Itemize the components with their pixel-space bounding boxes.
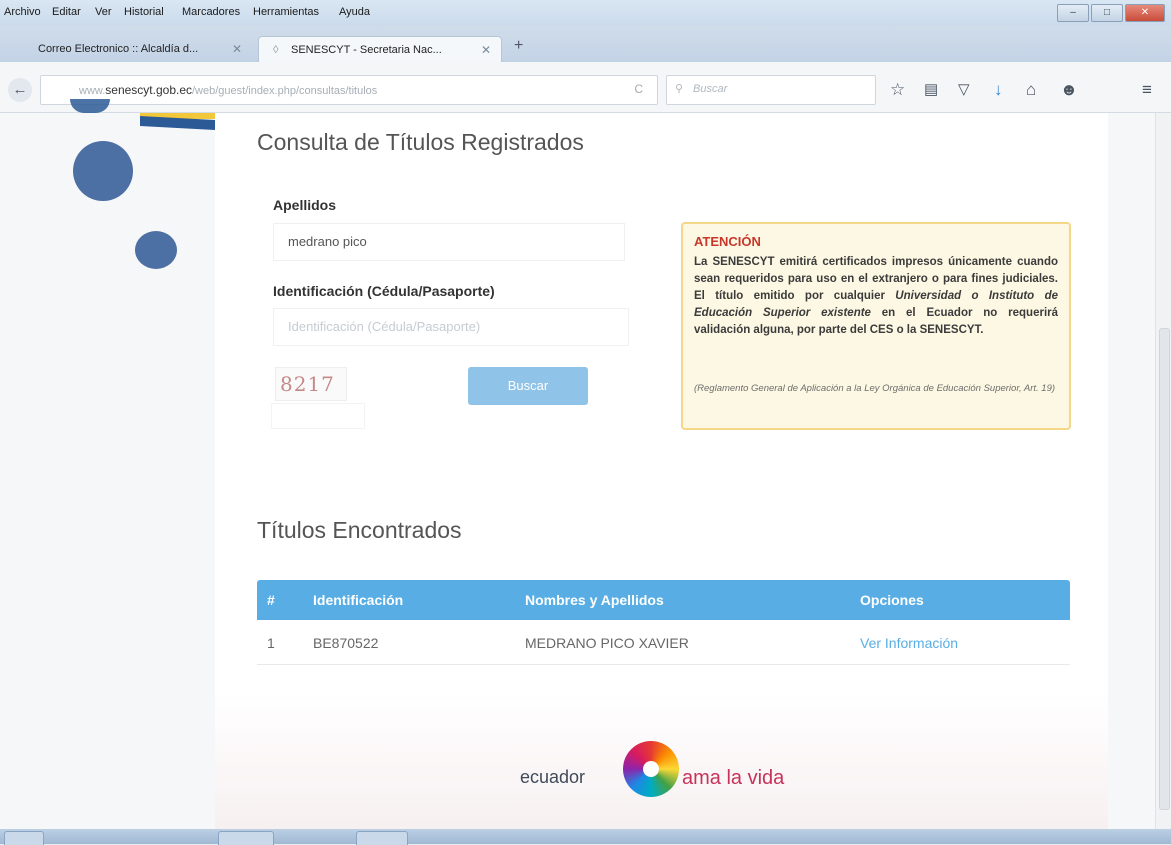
decorative-circle bbox=[135, 231, 177, 269]
captcha-input[interactable] bbox=[271, 403, 365, 429]
tab-senescyt[interactable]: ◊ SENESCYT - Secretaria Nac... ✕ bbox=[258, 36, 502, 63]
captcha-text: 8217 bbox=[280, 372, 335, 396]
table-row: 1 BE870522 MEDRANO PICO XAVIER Ver Infor… bbox=[257, 620, 1070, 665]
results-table-header: # Identificación Nombres y Apellidos Opc… bbox=[257, 580, 1070, 620]
footer-logo-text-left: ecuador bbox=[520, 767, 586, 787]
scrollbar-thumb[interactable] bbox=[1159, 328, 1170, 810]
results-title: Títulos Encontrados bbox=[257, 517, 462, 543]
search-placeholder: Buscar bbox=[693, 83, 728, 95]
identification-placeholder: Identificación (Cédula/Pasaporte) bbox=[288, 319, 481, 334]
search-button[interactable]: Buscar bbox=[468, 367, 588, 405]
surname-value: medrano pico bbox=[288, 234, 367, 249]
menu-historial[interactable]: Historial bbox=[124, 6, 164, 18]
surname-label: Apellidos bbox=[273, 197, 337, 213]
alert-reference: (Reglamento General de Aplicación a la L… bbox=[694, 383, 1056, 394]
maximize-icon[interactable]: □ bbox=[1091, 4, 1123, 22]
taskbar-start-icon[interactable] bbox=[4, 831, 44, 845]
column-header-number: # bbox=[267, 592, 275, 608]
tab-strip: Correo Electronico :: Alcaldía d... ✕ ◊ … bbox=[0, 26, 1171, 63]
back-arrow-icon[interactable]: ← bbox=[8, 78, 32, 102]
cell-identification: BE870522 bbox=[313, 635, 379, 651]
close-window-icon[interactable]: ✕ bbox=[1125, 4, 1165, 22]
page-viewport: Consulta de Títulos Registrados Apellido… bbox=[0, 99, 1155, 829]
reading-list-icon[interactable]: ▤ bbox=[924, 80, 938, 98]
menu-marcadores[interactable]: Marcadores bbox=[182, 6, 240, 18]
view-information-link[interactable]: Ver Información bbox=[860, 635, 958, 651]
page-title: Consulta de Títulos Registrados bbox=[257, 129, 584, 155]
download-icon[interactable]: ↓ bbox=[994, 80, 1003, 100]
home-icon[interactable]: ⌂ bbox=[1026, 80, 1036, 100]
url-text: www.senescyt.gob.ec/web/guest/index.php/… bbox=[79, 83, 378, 97]
main-content: Consulta de Títulos Registrados Apellido… bbox=[215, 113, 1108, 829]
alert-title: ATENCIÓN bbox=[694, 234, 761, 249]
identification-input[interactable]: Identificación (Cédula/Pasaporte) bbox=[273, 308, 629, 346]
column-header-identification: Identificación bbox=[313, 592, 404, 608]
menu-herramientas[interactable]: Herramientas bbox=[253, 6, 319, 18]
search-bar[interactable]: ⚲ Buscar bbox=[666, 75, 876, 105]
column-header-options: Opciones bbox=[860, 592, 924, 608]
attention-alert: ATENCIÓN La SENESCYT emitirá certificado… bbox=[681, 222, 1071, 430]
vertical-scrollbar[interactable] bbox=[1155, 113, 1171, 829]
ecuador-logo-icon bbox=[623, 741, 679, 797]
close-tab-icon[interactable]: ✕ bbox=[481, 43, 491, 57]
hamburger-menu-icon[interactable]: ≡ bbox=[1142, 80, 1152, 100]
cell-name: MEDRANO PICO XAVIER bbox=[525, 635, 689, 651]
footer: ecuador ama la vida bbox=[215, 693, 1108, 829]
search-icon: ⚲ bbox=[675, 83, 684, 95]
pocket-icon[interactable]: ▽ bbox=[958, 80, 970, 98]
alert-body: La SENESCYT emitirá certificados impreso… bbox=[694, 256, 1059, 336]
captcha-image: 8217 bbox=[275, 367, 347, 401]
taskbar-app-icon[interactable] bbox=[218, 831, 274, 845]
left-decoration bbox=[0, 99, 215, 829]
tab-label: SENESCYT - Secretaria Nac... bbox=[291, 44, 442, 56]
tab-label: Correo Electronico :: Alcaldía d... bbox=[38, 43, 199, 55]
taskbar bbox=[0, 829, 1171, 845]
surname-input[interactable]: medrano pico bbox=[273, 223, 625, 261]
tab-correo[interactable]: Correo Electronico :: Alcaldía d... ✕ bbox=[20, 36, 252, 62]
favicon-icon: ◊ bbox=[273, 44, 279, 56]
star-icon[interactable]: ☆ bbox=[890, 80, 905, 100]
url-bar[interactable]: www.senescyt.gob.ec/web/guest/index.php/… bbox=[40, 75, 658, 105]
menu-ayuda[interactable]: Ayuda bbox=[339, 6, 370, 18]
close-tab-icon[interactable]: ✕ bbox=[232, 42, 242, 56]
menu-archivo[interactable]: Archivo bbox=[4, 6, 41, 18]
new-tab-icon[interactable]: + bbox=[514, 37, 523, 55]
reload-icon[interactable]: C bbox=[634, 82, 643, 96]
chat-icon[interactable]: ☻ bbox=[1060, 80, 1078, 100]
menu-editar[interactable]: Editar bbox=[52, 6, 81, 18]
cell-number: 1 bbox=[267, 635, 275, 651]
identification-label: Identificación (Cédula/Pasaporte) bbox=[273, 283, 495, 299]
menu-ver[interactable]: Ver bbox=[95, 6, 112, 18]
right-margin bbox=[1108, 113, 1155, 829]
window-controls: – □ ✕ bbox=[1057, 4, 1165, 22]
taskbar-app-icon[interactable] bbox=[356, 831, 408, 845]
minimize-icon[interactable]: – bbox=[1057, 4, 1089, 22]
menu-bar: Archivo Editar Ver Historial Marcadores … bbox=[0, 0, 1171, 26]
decorative-circle bbox=[73, 141, 133, 201]
footer-logo-text-right: ama la vida bbox=[682, 767, 785, 789]
column-header-name: Nombres y Apellidos bbox=[525, 592, 664, 608]
nav-bar: ← www.senescyt.gob.ec/web/guest/index.ph… bbox=[0, 62, 1171, 113]
